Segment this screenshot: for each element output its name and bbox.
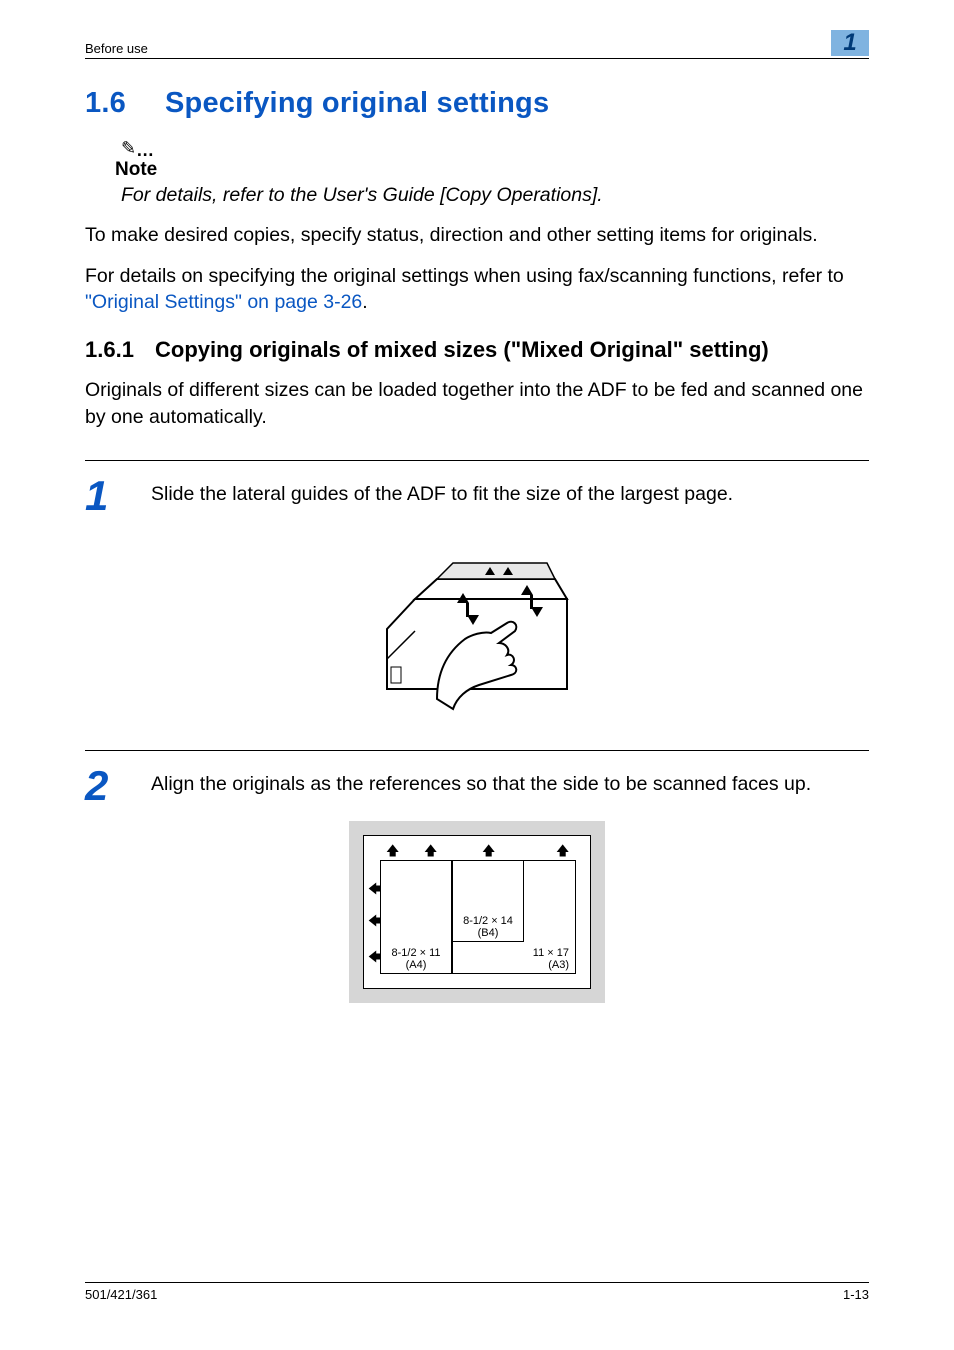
paragraph-text: . xyxy=(362,291,367,313)
cross-reference-link[interactable]: "Original Settings" on page 3-26 xyxy=(85,291,362,313)
page-header: Before use 1 xyxy=(85,30,869,59)
step-text: Slide the lateral guides of the ADF to f… xyxy=(151,477,869,507)
divider xyxy=(85,460,869,461)
section-number: 1.6 xyxy=(85,87,165,120)
subsection-number: 1.6.1 xyxy=(85,337,155,363)
paper-size-sublabel: (B4) xyxy=(453,927,523,939)
section-title: Specifying original settings xyxy=(165,87,549,119)
step-item: 1 Slide the lateral guides of the ADF to… xyxy=(85,477,869,515)
ellipsis-icon: … xyxy=(136,140,155,160)
subsection-heading: 1.6.1 Copying originals of mixed sizes (… xyxy=(85,337,869,363)
section-heading: 1.6Specifying original settings xyxy=(85,87,869,120)
pencil-icon: ✎ xyxy=(121,138,136,158)
paper-size-label: 8-1/2 × 14 xyxy=(453,915,523,927)
paragraph: To make desired copies, specify status, … xyxy=(85,222,869,248)
step-number: 1 xyxy=(85,477,151,515)
figure-paper-size-diagram: 🡅 🡅 🡅 🡅 🡄 🡄 🡄 8-1/2 × 11 (A4) 11 × 17 (A… xyxy=(349,821,605,1003)
note-block: ✎… Note For details, refer to the User's… xyxy=(121,138,869,208)
divider xyxy=(85,750,869,751)
step-item: 2 Align the originals as the references … xyxy=(85,767,869,805)
footer-model: 501/421/361 xyxy=(85,1287,157,1302)
paper-size-label: 11 × 17 xyxy=(453,947,569,959)
note-body: For details, refer to the User's Guide [… xyxy=(121,183,869,208)
paper-size-label: 8-1/2 × 11 xyxy=(381,947,451,959)
paper-size-sublabel: (A3) xyxy=(453,959,569,971)
chapter-number-badge: 1 xyxy=(831,30,869,56)
page-footer: 501/421/361 1-13 xyxy=(85,1282,869,1302)
subsection-title: Copying originals of mixed sizes ("Mixed… xyxy=(155,337,769,363)
note-label: Note xyxy=(115,159,869,181)
footer-page-number: 1-13 xyxy=(843,1287,869,1302)
step-number: 2 xyxy=(85,767,151,805)
paragraph: For details on specifying the original s… xyxy=(85,263,869,316)
breadcrumb: Before use xyxy=(85,41,148,56)
paragraph: Originals of different sizes can be load… xyxy=(85,377,869,430)
step-text: Align the originals as the references so… xyxy=(151,767,869,797)
paragraph-text: For details on specifying the original s… xyxy=(85,265,844,287)
paper-size-sublabel: (A4) xyxy=(381,959,451,971)
figure-adf-illustration xyxy=(85,539,869,720)
